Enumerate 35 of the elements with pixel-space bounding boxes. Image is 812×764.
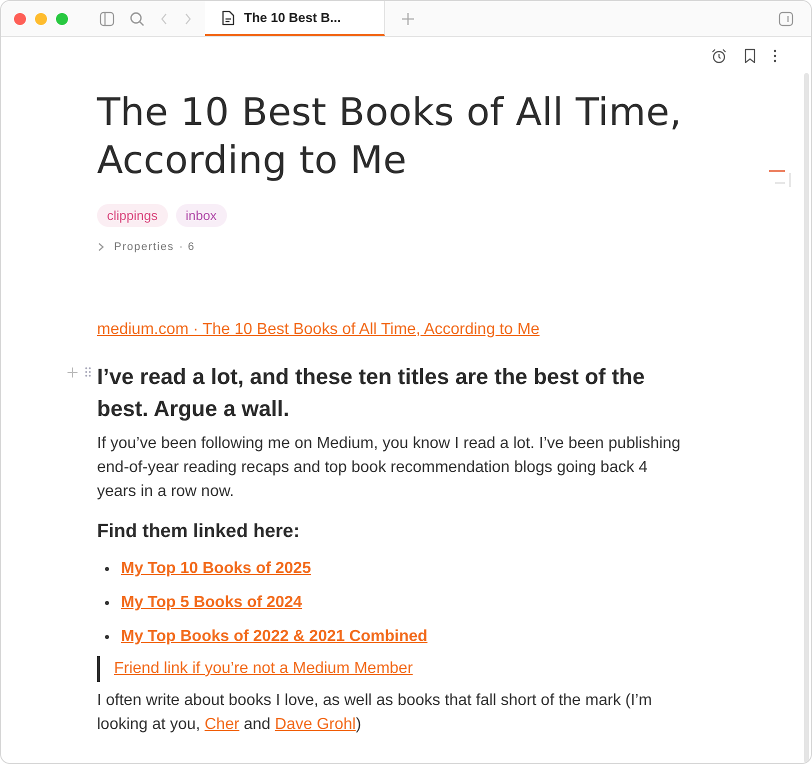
sidebar-toggle-icon[interactable]: [99, 10, 115, 26]
bullet-dot: [105, 635, 109, 639]
closing-paragraph: I often write about books I love, as well as books that fall short of the mark (I’m looking at you, Cher and Dave Grohl): [97, 691, 653, 735]
article-link[interactable]: My Top 10 Books of 2025: [121, 560, 311, 578]
article-link[interactable]: My Top Books of 2022 & 2021 Combined: [121, 628, 428, 646]
document-icon: [221, 10, 235, 26]
drag-handle-icon[interactable]: [85, 367, 91, 377]
close-window-button[interactable]: [14, 12, 26, 24]
new-tab-icon[interactable]: [401, 12, 415, 26]
intro-paragraph: If you’ve been following me on Medium, you know I read a lot. I’ve been publishing end-of-year reading recaps and top book recommendation blogs going back 4 years in a row now.: [97, 434, 682, 502]
properties-toggle[interactable]: Properties · 6: [97, 241, 689, 253]
scrollbar[interactable]: [804, 73, 809, 763]
alarm-clock-icon[interactable]: [711, 48, 727, 64]
bullet-dot: [105, 601, 109, 605]
more-options-icon[interactable]: [773, 49, 777, 63]
source-link[interactable]: medium.com · The 10 Best Books of All Time, According to Me: [97, 321, 689, 339]
outline-marks-icon[interactable]: [769, 169, 791, 187]
minimize-window-button[interactable]: [35, 12, 47, 24]
zoom-window-button[interactable]: [56, 12, 68, 24]
bullet-dot: [105, 567, 109, 571]
chevron-icon: [97, 242, 105, 252]
subheading: Find them linked here:: [97, 520, 301, 544]
inline-link[interactable]: Dave Grohl: [274, 716, 356, 733]
bookmark-icon[interactable]: [743, 48, 757, 64]
search-icon[interactable]: [129, 10, 145, 26]
friend-link[interactable]: Friend link if you’re not a Medium Member: [114, 660, 413, 678]
section-heading: I’ve read a lot, and these ten titles are the best of the best. Argue a wall.: [97, 363, 646, 423]
inline-link[interactable]: Cher: [204, 716, 240, 733]
article-link[interactable]: My Top 5 Books of 2024: [121, 594, 302, 612]
tag-pill[interactable]: clippings: [97, 204, 168, 227]
right-sidebar-toggle-icon[interactable]: [778, 10, 794, 26]
tag-pill[interactable]: inbox: [176, 204, 227, 227]
note-tab[interactable]: The 10 Best B...: [205, 1, 385, 36]
add-block-icon[interactable]: [67, 367, 78, 378]
note-title: The 10 Best Books of All Time, According to Me: [97, 89, 683, 184]
